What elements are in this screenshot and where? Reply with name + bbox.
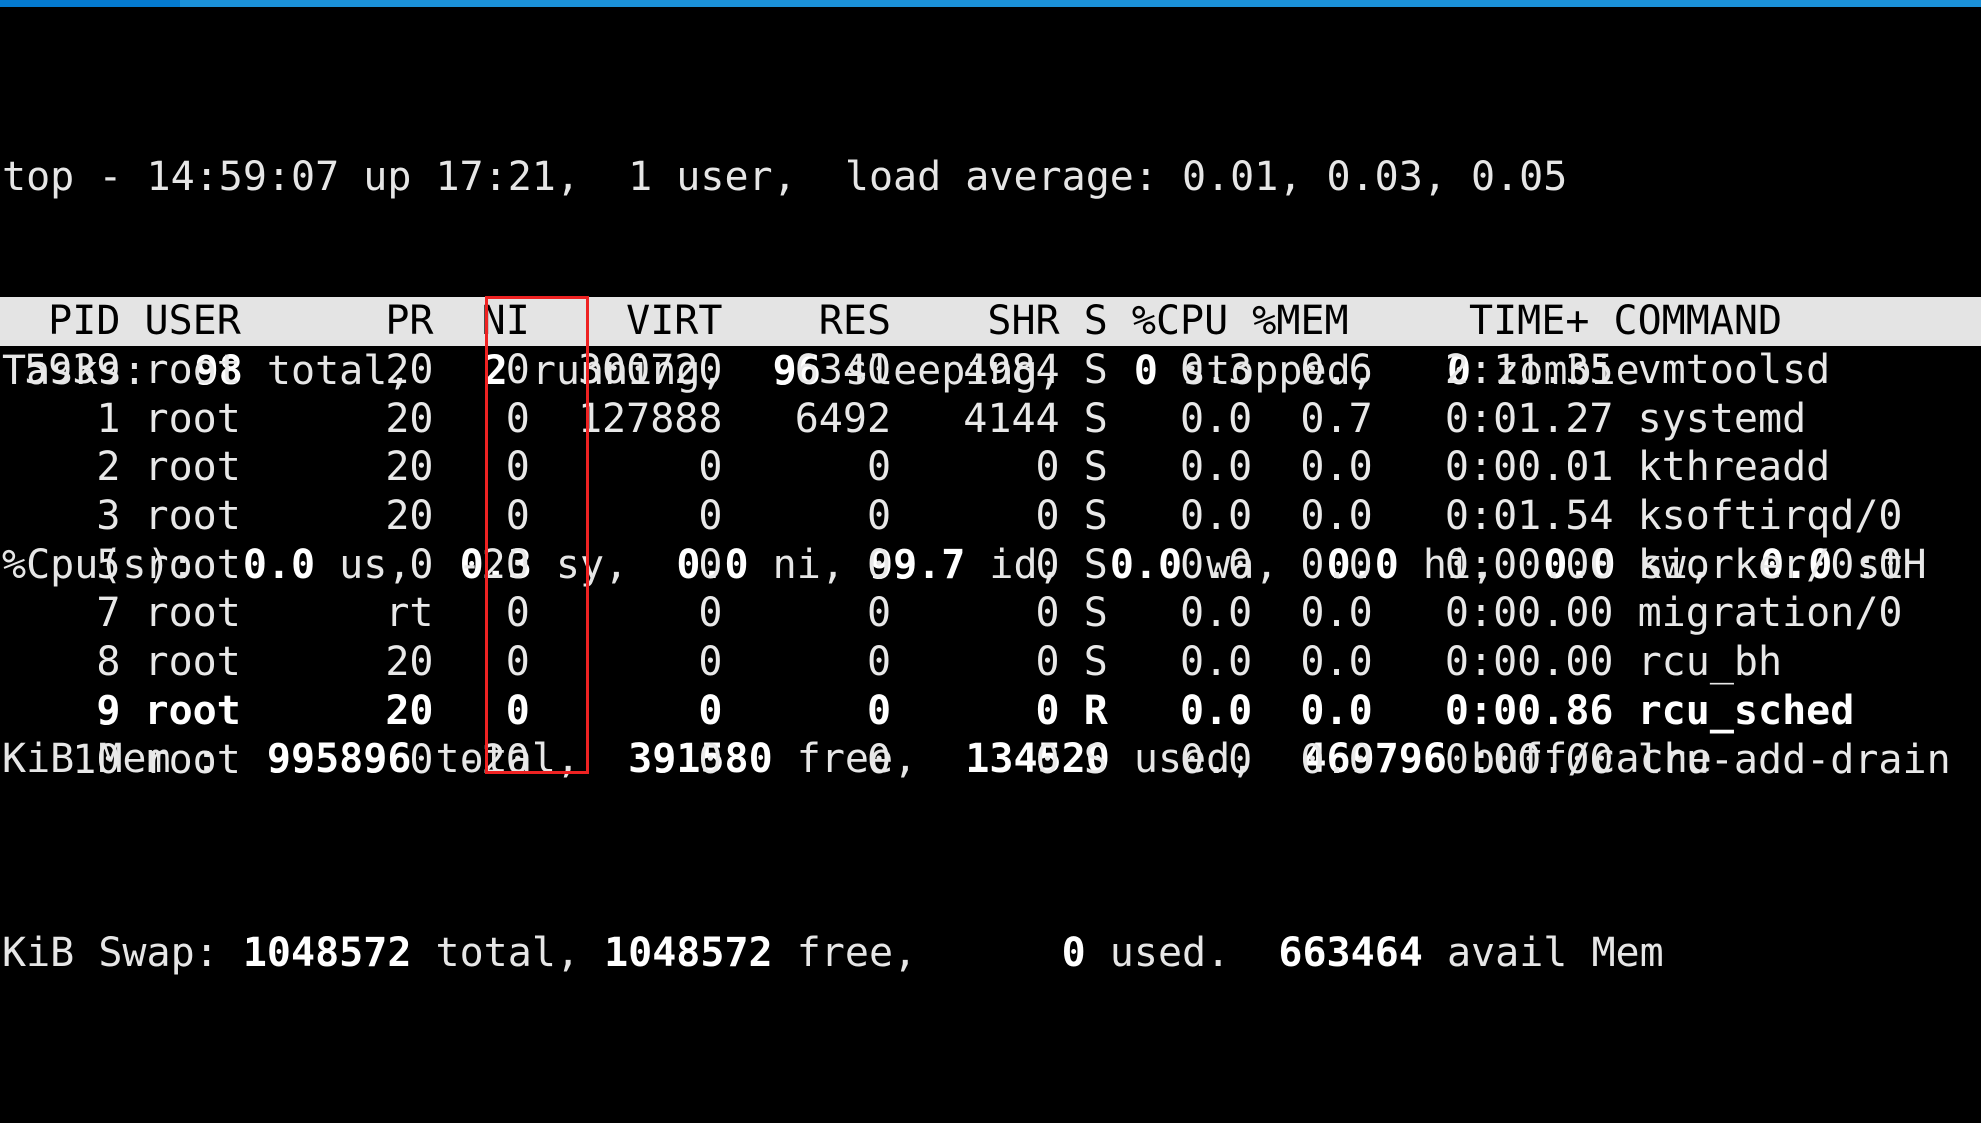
process-row: 9 root 20 0 0 0 0 R 0.0 0.0 0:00.86 rcu_… — [0, 687, 1855, 734]
process-table-body: 5939 root 20 0 300720 6340 4984 S 0.3 0.… — [0, 346, 1981, 784]
process-row: 5 root 0 -20 0 0 0 S 0.0 0.0 0:00.00 kwo… — [0, 541, 1927, 588]
process-row: 2 root 20 0 0 0 0 S 0.0 0.0 0:00.01 kthr… — [0, 444, 1831, 491]
swap-total-label: total, — [411, 929, 605, 976]
swap-total-value: 1048572 — [242, 929, 412, 976]
uptime-text: top - 14:59:07 up 17:21, 1 user, load av… — [2, 153, 1568, 200]
swap-used-value: 0 — [1061, 929, 1086, 976]
swap-free-label: free, — [772, 929, 1062, 976]
window-title-bar — [0, 0, 1981, 7]
terminal-screen: top - 14:59:07 up 17:21, 1 user, load av… — [0, 0, 1981, 976]
title-bar-progress-segment — [0, 0, 180, 7]
process-row: 1 root 20 0 127888 6492 4144 S 0.0 0.7 0… — [0, 395, 1807, 442]
process-table-header: PID USER PR NI VIRT RES SHR S %CPU %MEM … — [0, 297, 1981, 346]
process-row: 10 root 0 -20 0 0 0 S 0.0 0.0 0:00.00 lr… — [0, 736, 1951, 783]
summary-line-uptime: top - 14:59:07 up 17:21, 1 user, load av… — [0, 153, 1981, 202]
process-row: 3 root 20 0 0 0 0 S 0.0 0.0 0:01.54 ksof… — [0, 493, 1903, 540]
process-row: 8 root 20 0 0 0 0 S 0.0 0.0 0:00.00 rcu_… — [0, 639, 1783, 686]
swap-label: KiB Swap: — [2, 929, 243, 976]
swap-used-label: used. — [1085, 929, 1279, 976]
swap-free-value: 1048572 — [604, 929, 773, 976]
swap-avail-value: 663464 — [1278, 929, 1423, 976]
swap-avail-label: avail Mem — [1422, 929, 1664, 976]
process-row: 7 root rt 0 0 0 0 S 0.0 0.0 0:00.00 migr… — [0, 590, 1903, 637]
process-row: 5939 root 20 0 300720 6340 4984 S 0.3 0.… — [0, 347, 1831, 393]
summary-line-swap: KiB Swap: 1048572 total, 1048572 free, 0… — [0, 929, 1981, 978]
